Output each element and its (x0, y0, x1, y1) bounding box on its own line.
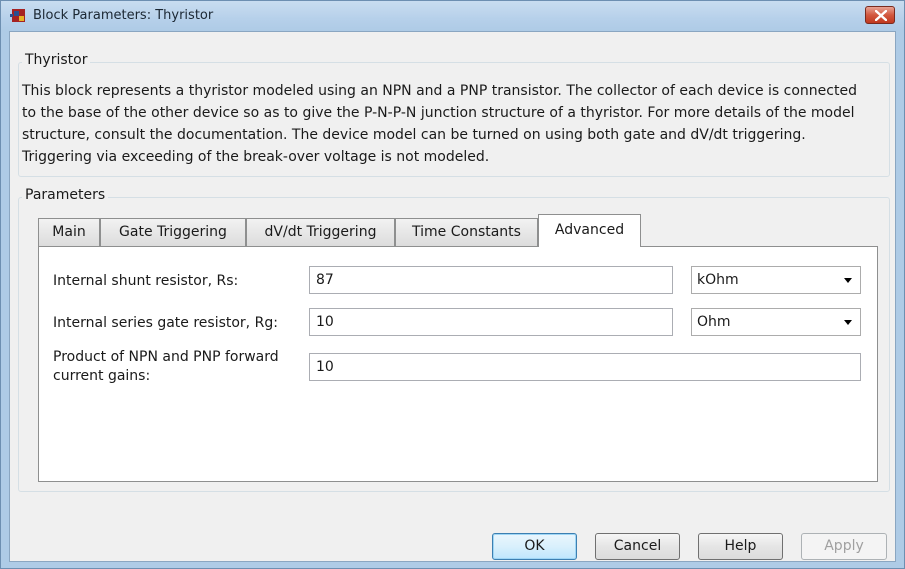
dialog-window: Block Parameters: Thyristor Thyristor Th… (0, 0, 905, 569)
block-description-text: This block represents a thyristor modele… (22, 83, 857, 165)
chevron-down-icon (844, 320, 852, 325)
gain-label-line1: Product of NPN and PNP forward (53, 349, 279, 365)
rg-unit-value: Ohm (697, 314, 731, 330)
rg-unit-select[interactable]: Ohm (691, 308, 861, 336)
tab-gate-triggering[interactable]: Gate Triggering (100, 218, 246, 246)
tab-time-constants[interactable]: Time Constants (395, 218, 538, 246)
chevron-down-icon (844, 278, 852, 283)
rg-input[interactable]: 10 (309, 308, 673, 336)
parameters-group-legend: Parameters (22, 187, 109, 203)
apply-button[interactable]: Apply (801, 533, 887, 560)
window-title: Block Parameters: Thyristor (33, 8, 214, 23)
rs-unit-select[interactable]: kOhm (691, 266, 861, 294)
tab-dvdt-triggering[interactable]: dV/dt Triggering (246, 218, 395, 246)
gain-label-line2: current gains: (53, 368, 151, 384)
tab-advanced[interactable]: Advanced (538, 214, 641, 247)
tab-main[interactable]: Main (38, 218, 100, 246)
cancel-button[interactable]: Cancel (595, 533, 680, 560)
block-group-legend: Thyristor (22, 52, 91, 68)
close-button[interactable] (865, 6, 895, 24)
rs-unit-value: kOhm (697, 272, 739, 288)
close-icon (875, 10, 887, 21)
rg-label: Internal series gate resistor, Rg: (53, 315, 278, 331)
gain-input[interactable]: 10 (309, 353, 861, 381)
ok-button[interactable]: OK (492, 533, 577, 560)
rs-input[interactable]: 87 (309, 266, 673, 294)
simulink-block-icon (10, 7, 27, 24)
title-bar[interactable]: Block Parameters: Thyristor (1, 1, 904, 31)
help-button[interactable]: Help (698, 533, 783, 560)
rs-label: Internal shunt resistor, Rs: (53, 273, 239, 289)
